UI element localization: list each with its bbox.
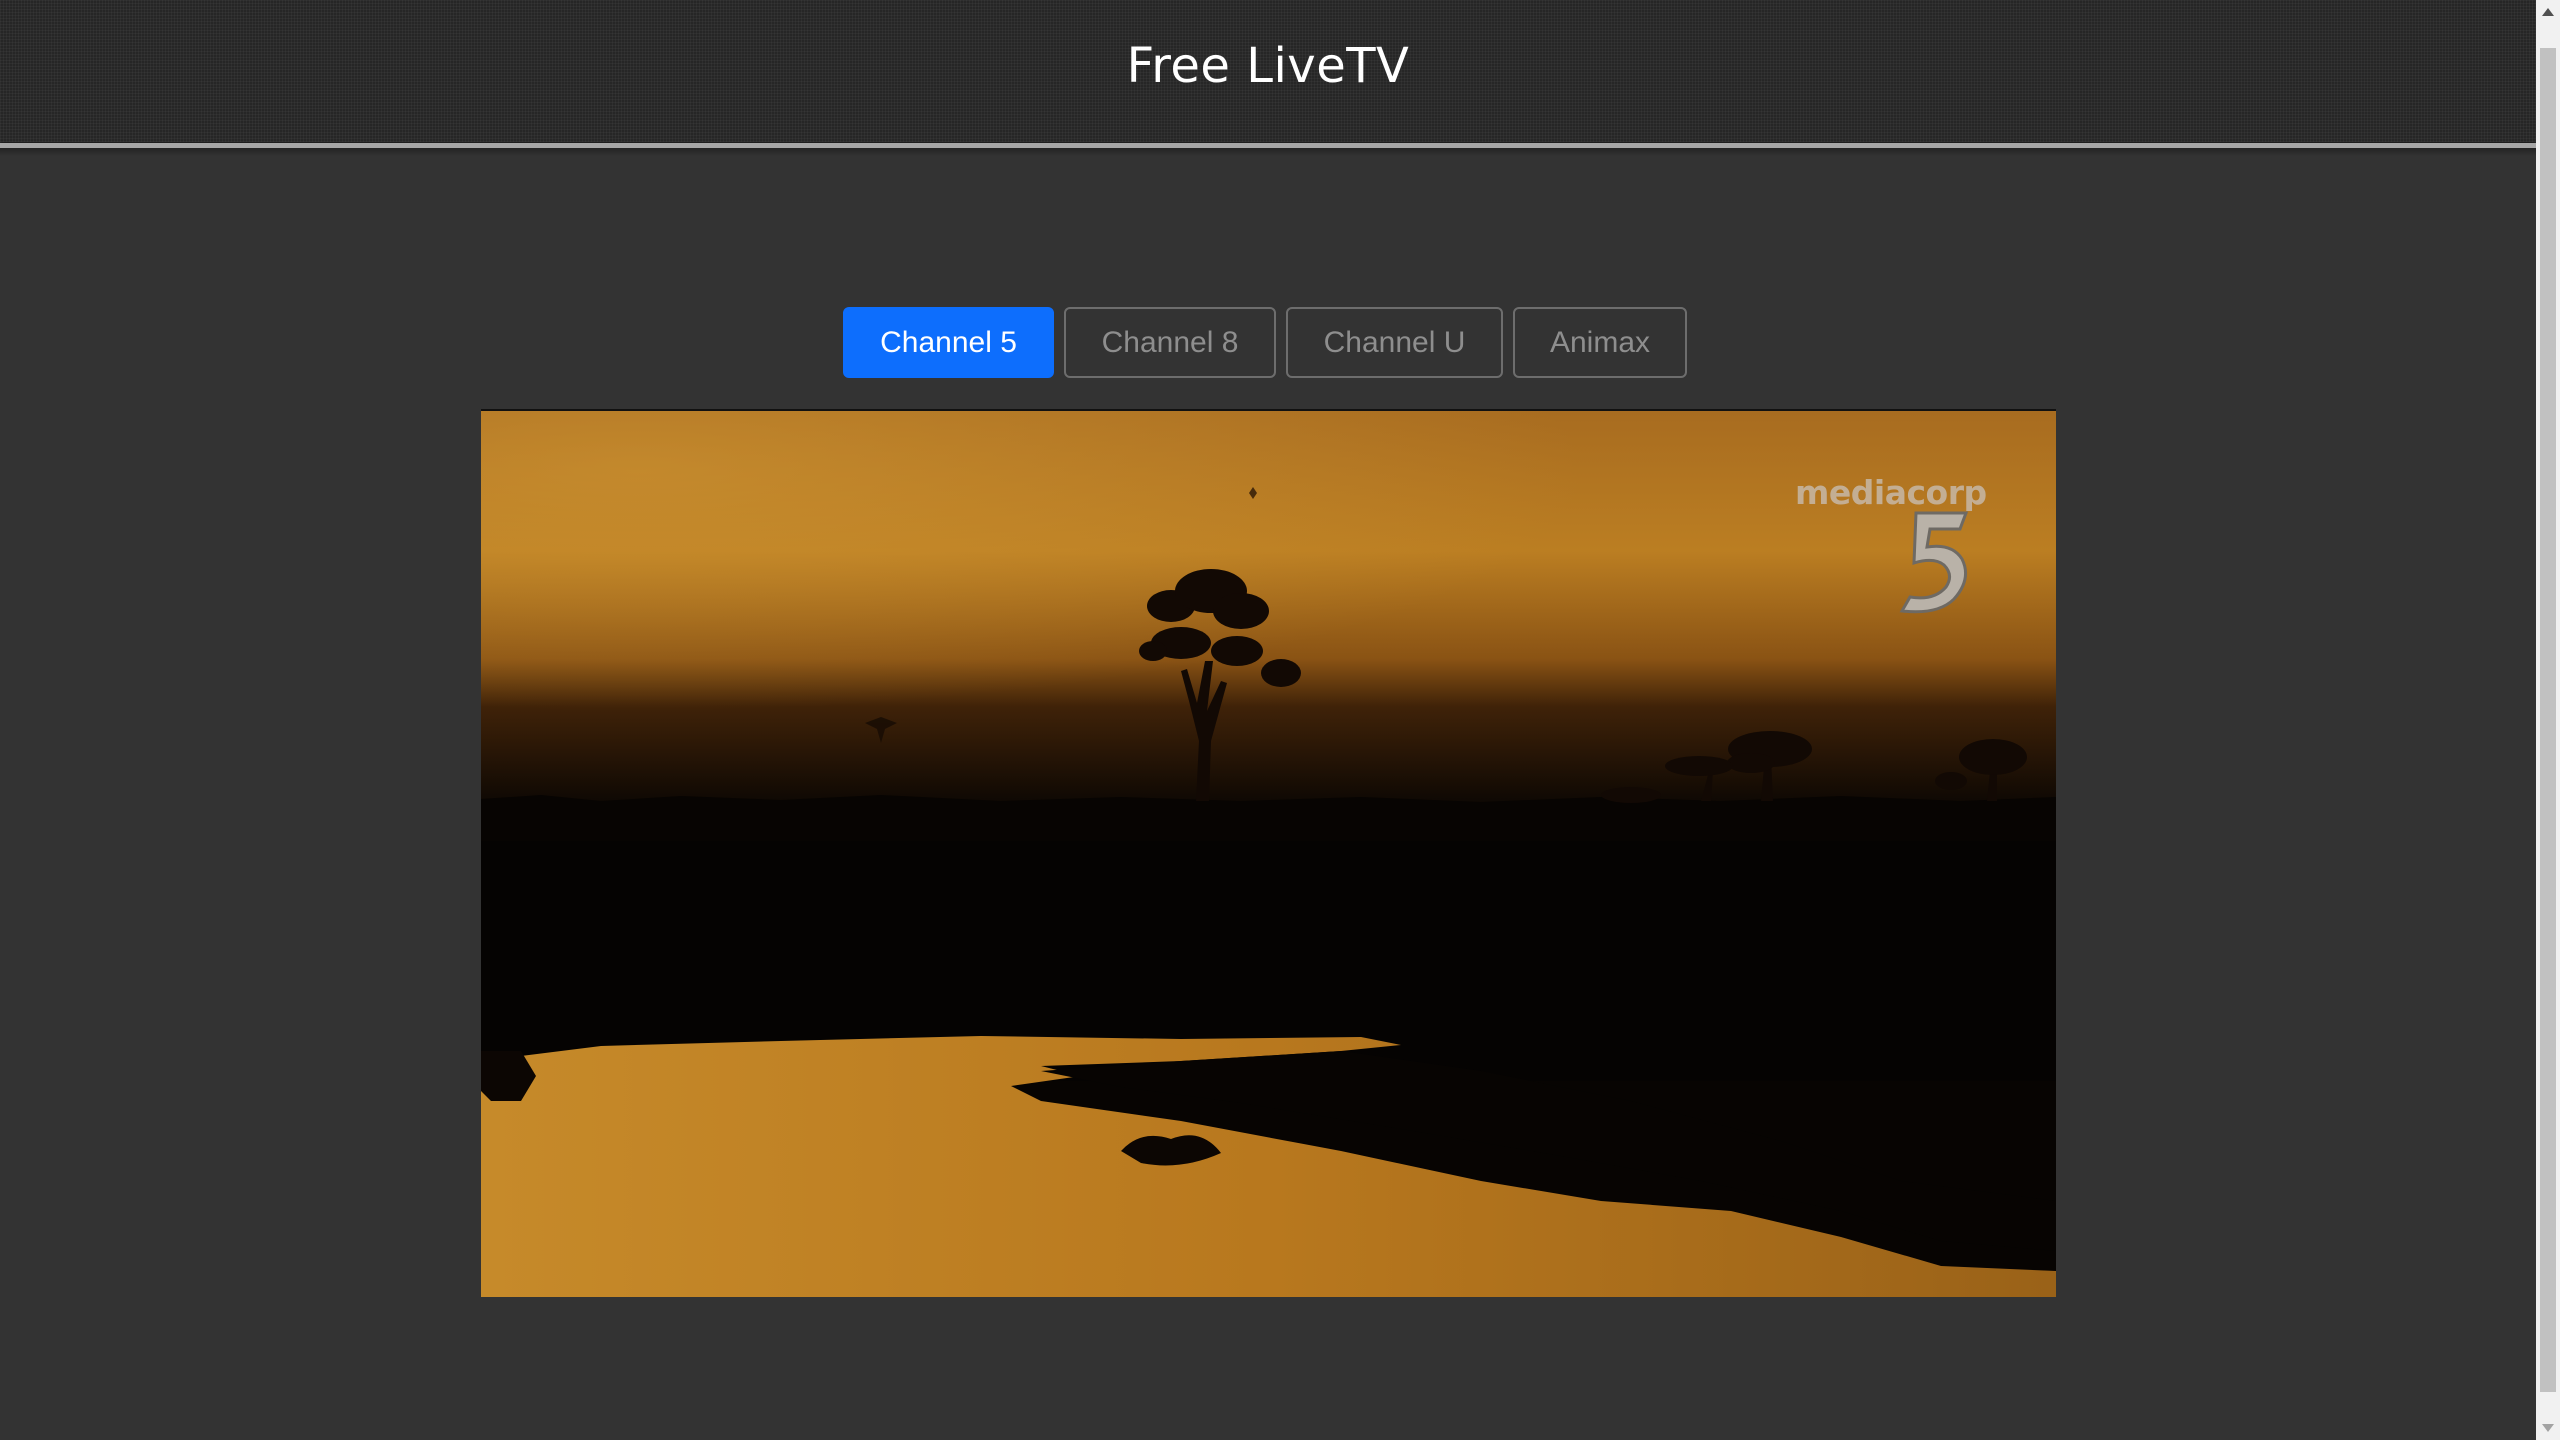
- channel-selector: Channel 5 Channel 8 Channel U Animax: [843, 307, 1687, 378]
- channel-u-button[interactable]: Channel U: [1286, 307, 1503, 378]
- triangle-up-icon[interactable]: [2536, 0, 2560, 24]
- page-scrollbar[interactable]: [2536, 0, 2560, 1440]
- header-shadow: [0, 148, 2536, 156]
- channel-5-button[interactable]: Channel 5: [843, 307, 1054, 378]
- animax-button[interactable]: Animax: [1513, 307, 1687, 378]
- site-header: Free LiveTV: [0, 0, 2536, 142]
- page: Free LiveTV Channel 5 Channel 8 Channel …: [0, 0, 2560, 1440]
- site-title: Free LiveTV: [1126, 38, 1410, 94]
- video-player[interactable]: mediacorp: [481, 409, 2056, 1297]
- video-frame: [481, 411, 2056, 1297]
- channel-8-button[interactable]: Channel 8: [1064, 307, 1276, 378]
- channel-5-logo-icon: [1899, 511, 1969, 614]
- scrollbar-thumb[interactable]: [2540, 48, 2556, 1392]
- triangle-down-icon[interactable]: [2536, 1416, 2560, 1440]
